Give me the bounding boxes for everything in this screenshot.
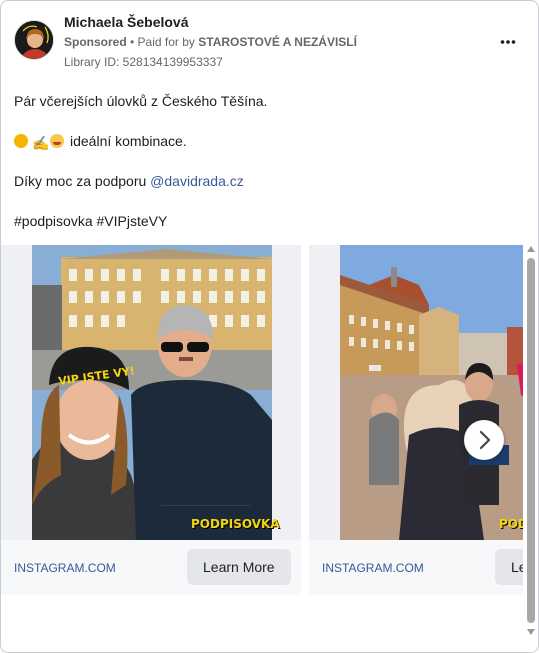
carousel-card-1[interactable]: VIP JSTE VY! PODPISOVKA INSTAGRAM.COM Le… — [1, 245, 301, 595]
post-line-3-prefix: Díky moc za podporu — [14, 173, 151, 189]
card-2-overlay-text: PODPISOVKA — [499, 517, 523, 531]
mention-link[interactable]: @davidrada.cz — [150, 173, 244, 189]
scroll-thumb[interactable] — [527, 258, 535, 623]
post-line-2: ✍ ideální kombinace. — [14, 131, 514, 151]
advertiser-avatar[interactable] — [14, 20, 54, 60]
avatar-photo-icon — [15, 21, 53, 59]
sponsored-label: Sponsored — [64, 35, 127, 49]
sun-emoji-icon — [14, 134, 28, 148]
photo-selfie-icon: VIP JSTE VY! — [1, 245, 301, 540]
smiling-face-emoji-icon — [50, 134, 64, 148]
scroll-up-arrow-icon[interactable] — [527, 246, 535, 252]
carousel-card-2-domain[interactable]: INSTAGRAM.COM — [322, 561, 424, 575]
post-line-2-text: ideální kombinace. — [70, 133, 187, 149]
vertical-scrollbar[interactable] — [525, 246, 537, 641]
writing-hand-emoji-icon: ✍ — [32, 135, 50, 151]
sponsored-line: Sponsored • Paid for by STAROSTOVÉ A NEZ… — [64, 35, 357, 49]
library-id: Library ID: 528134139953337 — [64, 55, 223, 69]
carousel-next-button[interactable] — [464, 420, 504, 460]
paid-for-by-name[interactable]: STAROSTOVÉ A NEZÁVISLÍ — [198, 35, 357, 49]
post-line-3: Díky moc za podporu @davidrada.cz — [14, 171, 514, 191]
carousel-card-2-learn-more-button[interactable]: Learn More — [495, 549, 523, 585]
paid-for-by-prefix: • Paid for by — [130, 35, 195, 49]
ad-header: Michaela Šebelová Sponsored • Paid for b… — [14, 14, 524, 70]
post-line-4: #podpisovka #VIPjsteVY — [14, 213, 168, 229]
carousel-card-1-learn-more-button[interactable]: Learn More — [187, 549, 291, 585]
carousel-card-1-domain[interactable]: INSTAGRAM.COM — [14, 561, 116, 575]
post-body: Pár včerejších úlovků z Českého Těšína. … — [14, 91, 514, 251]
ad-card: Michaela Šebelová Sponsored • Paid for b… — [0, 0, 539, 653]
ad-carousel: VIP JSTE VY! PODPISOVKA INSTAGRAM.COM Le… — [1, 245, 523, 595]
carousel-card-1-image[interactable]: VIP JSTE VY! PODPISOVKA — [1, 245, 301, 540]
chevron-right-icon — [479, 430, 491, 450]
post-line-1: Pár včerejších úlovků z Českého Těšína. — [14, 93, 268, 109]
carousel-card-2-image[interactable]: PODPISOVKA — [309, 245, 523, 540]
photo-street-icon — [309, 245, 523, 540]
more-options-button[interactable] — [496, 30, 520, 54]
advertiser-name[interactable]: Michaela Šebelová — [64, 14, 189, 30]
scroll-down-arrow-icon[interactable] — [527, 629, 535, 635]
card-1-overlay-text: PODPISOVKA — [191, 517, 280, 531]
more-horizontal-icon — [500, 40, 516, 44]
